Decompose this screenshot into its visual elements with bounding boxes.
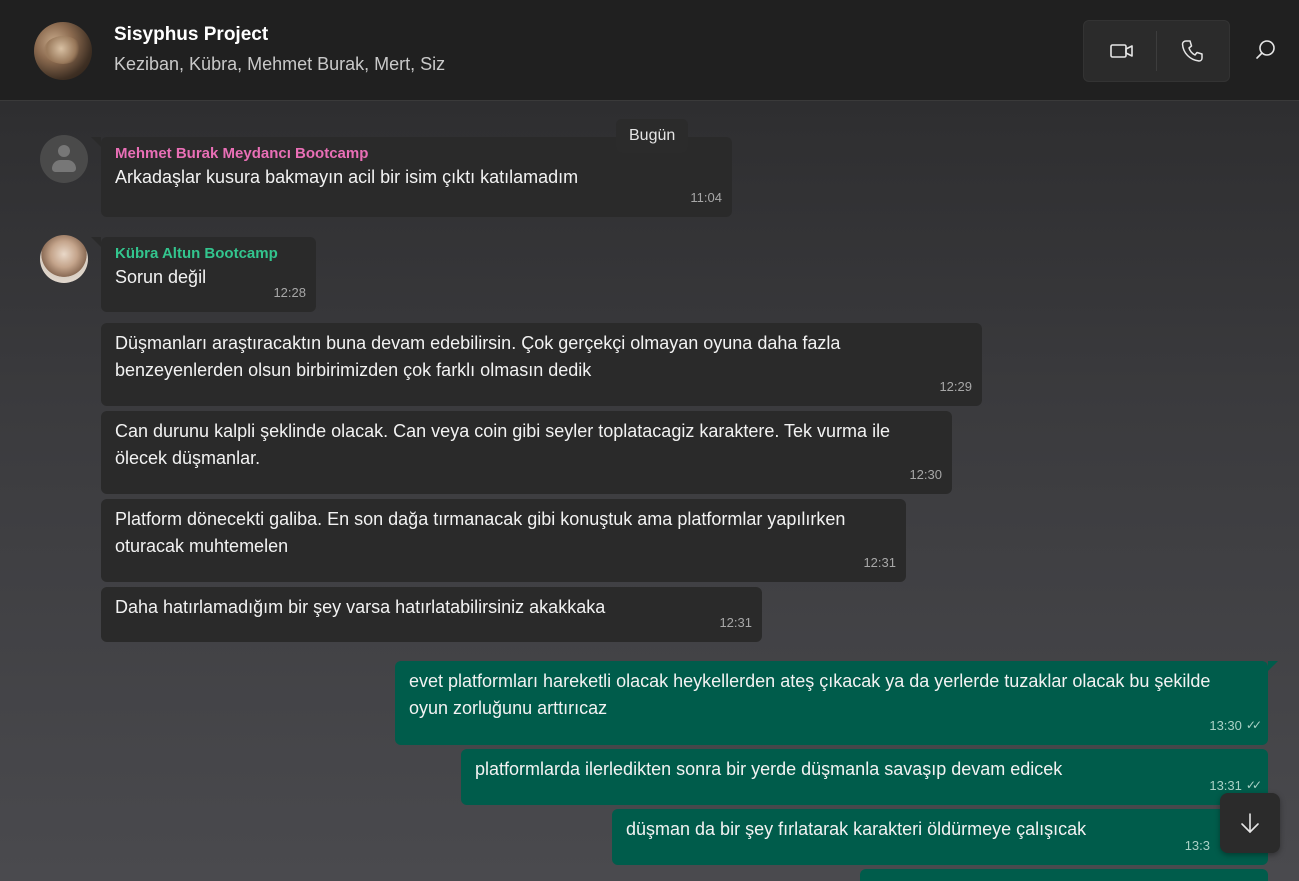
message-time: 12:31 [863, 555, 896, 570]
message-text: platformlarda ilerledikten sonra bir yer… [475, 759, 1063, 779]
message-text: Daha hatırlamadığım bir şey varsa hatırl… [115, 597, 606, 617]
search-icon [1256, 40, 1275, 59]
message-bubble[interactable]: Daha hatırlamadığım bir şey varsa hatırl… [101, 587, 762, 642]
search-button[interactable] [1250, 34, 1282, 66]
participants-list[interactable]: Keziban, Kübra, Mehmet Burak, Mert, Siz [114, 54, 445, 75]
message-time: 13:30 [1209, 718, 1242, 733]
message-time-status: 13:30 ✓✓ [1209, 712, 1262, 739]
person-icon-head [58, 145, 70, 157]
message-bubble-outgoing[interactable]: evet platformları hareketli olacak heyke… [395, 661, 1278, 745]
chat-header: Sisyphus Project Keziban, Kübra, Mehmet … [0, 0, 1299, 101]
voice-call-button[interactable] [1176, 35, 1208, 67]
message-bubble[interactable]: Can durunu kalpli şeklinde olacak. Can v… [101, 411, 952, 494]
sender-name[interactable]: Kübra Altun Bootcamp [115, 244, 304, 264]
message-bubble-outgoing[interactable]: düşman da bir şey fırlatarak karakteri ö… [612, 809, 1268, 865]
avatar[interactable] [40, 235, 88, 283]
message-time: 12:31 [719, 615, 752, 630]
message-text: evet platformları hareketli olacak heyke… [409, 671, 1211, 718]
video-call-button[interactable] [1106, 35, 1138, 67]
date-separator: Bugün [616, 119, 689, 153]
message-time: 13:3 [1184, 838, 1210, 853]
message-time: 12:30 [909, 467, 942, 482]
message-text: Platform dönecekti galiba. En son dağa t… [115, 509, 846, 556]
phone-icon [1181, 40, 1203, 62]
scroll-to-bottom-button[interactable] [1220, 793, 1280, 853]
message-text: Düşmanları araştıracaktın buna devam ede… [115, 333, 841, 380]
avatar[interactable] [40, 135, 88, 183]
message-bubble-outgoing[interactable]: platformlarda ilerledikten sonra bir yer… [461, 749, 1268, 805]
message-list[interactable]: Mehmet Burak Meydancı Bootcamp Arkadaşla… [0, 101, 1299, 881]
group-avatar[interactable] [34, 22, 92, 80]
call-divider [1156, 31, 1157, 71]
message-bubble-outgoing[interactable] [860, 869, 1268, 881]
call-buttons-group [1083, 20, 1230, 82]
video-camera-icon [1110, 44, 1133, 58]
arrow-down-icon [1241, 813, 1259, 833]
message-bubble[interactable]: Düşmanları araştıracaktın buna devam ede… [101, 323, 982, 406]
read-receipt-icon: ✓✓ [1245, 718, 1262, 732]
person-icon-body [52, 160, 76, 172]
message-text: düşman da bir şey fırlatarak karakteri ö… [626, 819, 1087, 839]
message-text: Arkadaşlar kusura bakmayın acil bir isim… [115, 167, 579, 187]
message-text: Can durunu kalpli şeklinde olacak. Can v… [115, 421, 891, 468]
message-bubble[interactable]: Kübra Altun Bootcamp Sorun değil 12:28 [91, 237, 316, 312]
message-time: 11:04 [690, 190, 722, 205]
message-time: 12:28 [273, 285, 306, 300]
message-time: 12:29 [939, 379, 972, 394]
chat-title[interactable]: Sisyphus Project [114, 24, 268, 46]
message-bubble[interactable]: Platform dönecekti galiba. En son dağa t… [101, 499, 906, 582]
